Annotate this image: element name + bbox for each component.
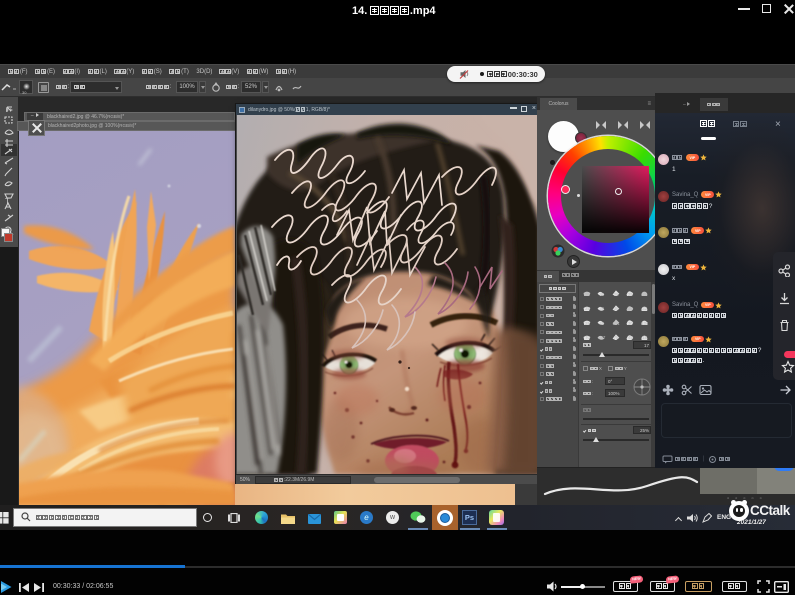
svg-text:T: T [5, 197, 10, 206]
